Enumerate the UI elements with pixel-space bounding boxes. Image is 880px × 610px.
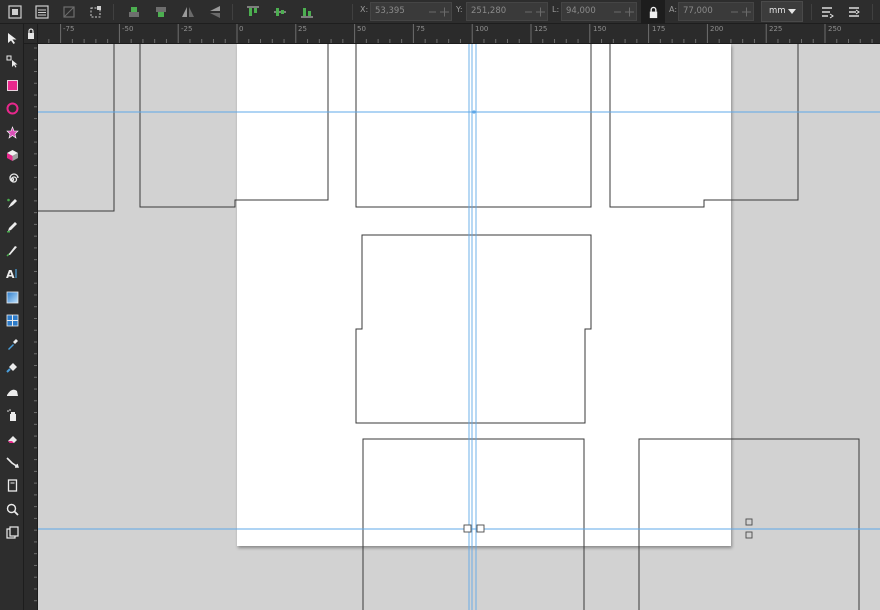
drawing-layer: [38, 44, 880, 610]
raise-to-top-icon[interactable]: [125, 3, 143, 21]
tick-label: -75: [63, 25, 75, 33]
guide-anchor[interactable]: [472, 110, 476, 114]
height-field-label: A:: [669, 5, 678, 14]
x-field-label: X:: [360, 5, 369, 14]
deselect-icon[interactable]: [60, 3, 78, 21]
tick-label: 250: [828, 25, 842, 33]
y-stepper-icon[interactable]: [524, 6, 546, 18]
horizontal-ruler[interactable]: -75 -50 -25 0 25 50 75 100 125 150 175 2…: [38, 24, 880, 44]
paint-bucket-tool-icon[interactable]: [2, 357, 22, 377]
flip-vertical-icon[interactable]: [206, 3, 224, 21]
tick-label: 200: [710, 25, 724, 33]
node-tool-icon[interactable]: [2, 51, 22, 71]
text-tool-icon[interactable]: A: [2, 263, 22, 283]
tick-label: 50: [357, 25, 366, 33]
vertical-ruler[interactable]: [24, 44, 38, 610]
dropper-tool-icon[interactable]: [2, 334, 22, 354]
piece-outline[interactable]: [355, 234, 592, 424]
x-stepper-icon[interactable]: [428, 6, 450, 18]
tick-label: 0: [239, 25, 244, 33]
tick-label: 25: [298, 25, 307, 33]
touch-select-icon[interactable]: [87, 3, 105, 21]
tick-label: -50: [122, 25, 134, 33]
tick-label: 125: [534, 25, 548, 33]
piece-outline[interactable]: [638, 438, 860, 610]
align-bottom-icon[interactable]: [298, 3, 316, 21]
connector-tool-icon[interactable]: [2, 452, 22, 472]
pencil-tool-icon[interactable]: [2, 216, 22, 236]
ruler-lock-corner[interactable]: [24, 24, 38, 44]
width-field-value: 94,000: [566, 6, 596, 16]
calligraphy-tool-icon[interactable]: [2, 240, 22, 260]
tick-label: 100: [475, 25, 489, 33]
star-tool-icon[interactable]: [2, 122, 22, 142]
piece-outline[interactable]: [355, 44, 592, 208]
lower-to-bottom-icon[interactable]: [152, 3, 170, 21]
pages-tool-icon[interactable]: [2, 475, 22, 495]
width-field-label: L:: [552, 5, 560, 14]
width-stepper-icon[interactable]: [613, 6, 635, 18]
tick-label: 75: [416, 25, 425, 33]
select-all-icon[interactable]: [6, 3, 24, 21]
pen-tool-icon[interactable]: [2, 193, 22, 213]
y-field-value: 251,280: [471, 6, 507, 16]
canvas[interactable]: [38, 44, 880, 610]
piece-outline[interactable]: [362, 438, 585, 610]
page-handle-icon[interactable]: [745, 518, 753, 526]
zoom-tool-icon[interactable]: [2, 499, 22, 519]
ruler-ticks: [34, 47, 37, 602]
tick-label: 175: [652, 25, 666, 33]
eraser-tool-icon[interactable]: [2, 428, 22, 448]
piece-outline[interactable]: [139, 44, 329, 208]
tool-controls-bar: X: 53,395 Y: 251,280 L: 94,000 A: 77,000…: [0, 0, 880, 24]
lock-icon: [649, 6, 657, 18]
flip-horizontal-icon[interactable]: [179, 3, 197, 21]
svg-text:A: A: [6, 268, 15, 280]
snap-nodes-icon[interactable]: [845, 3, 863, 21]
y-field-label: Y:: [456, 5, 463, 14]
tweak-tool-icon[interactable]: [2, 381, 22, 401]
piece-outline[interactable]: [38, 44, 115, 212]
align-top-icon[interactable]: [244, 3, 262, 21]
page-handle-icon[interactable]: [476, 524, 485, 533]
page-handle-icon[interactable]: [463, 524, 472, 533]
ellipse-tool-icon[interactable]: [2, 98, 22, 118]
x-field-value: 53,395: [375, 6, 405, 16]
spray-tool-icon[interactable]: [2, 405, 22, 425]
selector-tool-icon[interactable]: [2, 28, 22, 48]
measure-tool-icon[interactable]: [2, 522, 22, 542]
lock-icon: [28, 28, 34, 39]
snap-bbox-icon[interactable]: [818, 3, 836, 21]
toolbox: A: [0, 24, 24, 610]
inkscape-window: X: 53,395 Y: 251,280 L: 94,000 A: 77,000…: [0, 0, 880, 610]
select-all-layers-icon[interactable]: [33, 3, 51, 21]
spiral-tool-icon[interactable]: [2, 169, 22, 189]
3d-box-tool-icon[interactable]: [2, 145, 22, 165]
height-field-value: 77,000: [683, 6, 713, 16]
mesh-tool-icon[interactable]: [2, 310, 22, 330]
unit-select-value: mm: [769, 6, 786, 16]
page-handle-icon[interactable]: [745, 531, 753, 539]
ruler-ticks: [48, 24, 873, 43]
tick-label: 150: [593, 25, 607, 33]
unit-select[interactable]: mm: [761, 1, 803, 22]
rectangle-tool-icon[interactable]: [2, 75, 22, 95]
piece-outline[interactable]: [609, 44, 799, 208]
chevron-down-icon: [788, 9, 796, 14]
align-middle-icon[interactable]: [271, 3, 289, 21]
tick-label: -25: [181, 25, 193, 33]
tick-label: 225: [769, 25, 783, 33]
lock-ratio-button[interactable]: [641, 0, 665, 24]
height-stepper-icon[interactable]: [730, 6, 752, 18]
gradient-tool-icon[interactable]: [2, 287, 22, 307]
